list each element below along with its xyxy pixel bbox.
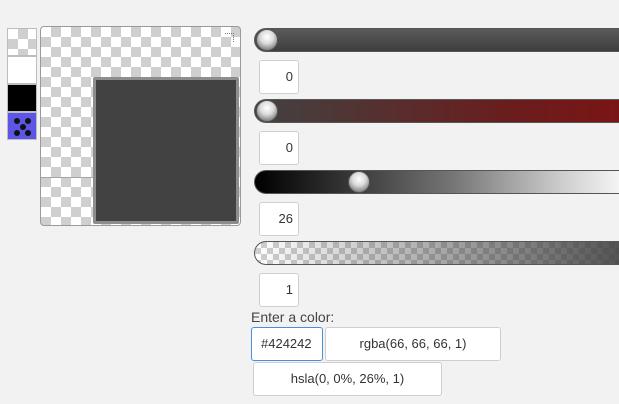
- hue-slider[interactable]: [254, 28, 619, 52]
- swatch-custom[interactable]: [7, 112, 37, 140]
- resize-handle-icon[interactable]: [225, 33, 234, 42]
- swatch-black[interactable]: [7, 84, 37, 112]
- enter-color-label: Enter a color:: [251, 309, 335, 325]
- saturation-slider[interactable]: [254, 99, 619, 123]
- hex-input[interactable]: #424242: [251, 327, 323, 361]
- color-preview: [93, 77, 239, 224]
- hsla-input[interactable]: hsla(0, 0%, 26%, 1): [253, 362, 442, 396]
- lightness-slider-thumb[interactable]: [348, 171, 370, 193]
- swatch-white[interactable]: [7, 56, 37, 84]
- lightness-slider[interactable]: [254, 170, 619, 194]
- alpha-gradient: [255, 242, 619, 264]
- color-picker-area[interactable]: [40, 26, 241, 226]
- alpha-slider[interactable]: [254, 241, 619, 265]
- hue-slider-thumb[interactable]: [256, 29, 278, 51]
- picker-divider: [41, 177, 93, 178]
- swatch-transparent[interactable]: [7, 28, 37, 56]
- hue-value[interactable]: 0: [259, 60, 299, 94]
- rgba-input[interactable]: rgba(66, 66, 66, 1): [325, 327, 501, 361]
- saturation-slider-thumb[interactable]: [256, 100, 278, 122]
- lightness-value[interactable]: 26: [259, 202, 299, 236]
- dice-icon: [8, 113, 36, 139]
- swatch-palette: [7, 28, 37, 140]
- alpha-value[interactable]: 1: [259, 273, 299, 307]
- saturation-value[interactable]: 0: [259, 131, 299, 165]
